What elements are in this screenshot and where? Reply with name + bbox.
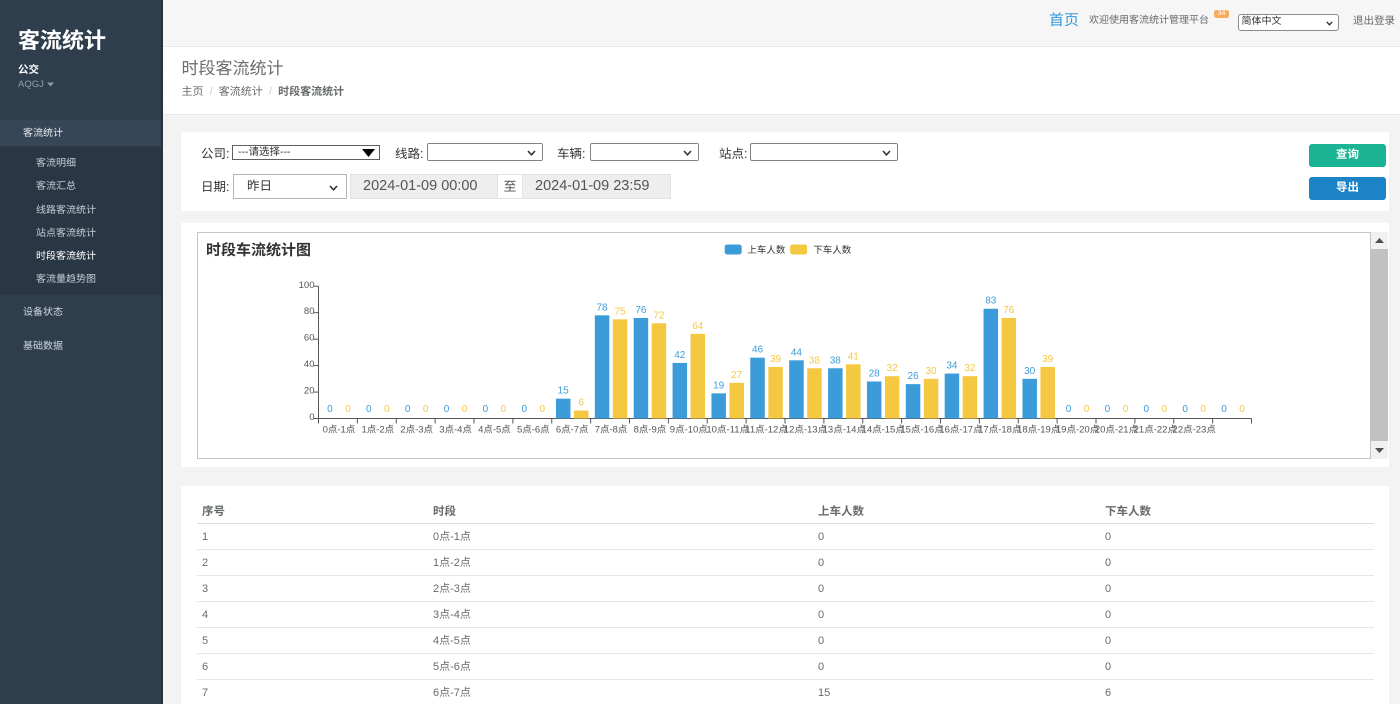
- svg-text:44: 44: [791, 347, 803, 358]
- svg-text:6点-7点: 6点-7点: [556, 425, 589, 436]
- svg-text:38: 38: [830, 355, 842, 366]
- svg-text:39: 39: [1042, 354, 1054, 365]
- svg-text:42: 42: [674, 350, 686, 361]
- svg-text:0: 0: [462, 404, 468, 415]
- svg-text:27: 27: [731, 370, 743, 381]
- svg-text:38: 38: [809, 355, 821, 366]
- svg-text:0: 0: [501, 404, 507, 415]
- svg-text:0: 0: [345, 404, 351, 415]
- svg-text:5点-6点: 5点-6点: [517, 425, 550, 436]
- svg-text:20点-21点: 20点-21点: [1095, 425, 1139, 436]
- svg-text:30: 30: [925, 366, 937, 377]
- svg-text:19: 19: [713, 380, 725, 391]
- svg-text:7点-8点: 7点-8点: [595, 425, 628, 436]
- svg-text:0: 0: [1066, 404, 1072, 415]
- svg-text:4点-5点: 4点-5点: [478, 425, 511, 436]
- svg-text:0: 0: [483, 404, 489, 415]
- svg-text:0: 0: [1123, 404, 1129, 415]
- svg-text:64: 64: [692, 321, 704, 332]
- svg-text:15: 15: [558, 386, 570, 397]
- svg-text:22点-23点: 22点-23点: [1173, 425, 1217, 436]
- svg-text:11点-12点: 11点-12点: [745, 425, 788, 436]
- svg-text:0: 0: [1221, 404, 1227, 415]
- svg-text:时段车流统计图: 时段车流统计图: [206, 242, 311, 259]
- svg-text:13点-14点: 13点-14点: [823, 425, 867, 436]
- svg-text:100: 100: [299, 280, 315, 291]
- svg-text:28: 28: [869, 368, 881, 379]
- svg-text:19点-20点: 19点-20点: [1056, 425, 1100, 436]
- svg-text:41: 41: [848, 351, 860, 362]
- svg-text:0点-1点: 0点-1点: [323, 425, 356, 436]
- svg-text:3点-4点: 3点-4点: [439, 425, 472, 436]
- svg-text:30: 30: [1024, 366, 1036, 377]
- svg-text:1点-2点: 1点-2点: [361, 425, 394, 436]
- svg-text:32: 32: [964, 363, 976, 374]
- svg-text:46: 46: [752, 345, 764, 356]
- svg-text:6: 6: [578, 398, 584, 409]
- svg-text:40: 40: [304, 359, 315, 370]
- svg-text:18点-19点: 18点-19点: [1017, 425, 1061, 436]
- svg-text:0: 0: [1239, 404, 1245, 415]
- svg-text:0: 0: [423, 404, 429, 415]
- svg-text:0: 0: [444, 404, 450, 415]
- svg-text:76: 76: [635, 305, 647, 316]
- svg-text:0: 0: [384, 404, 390, 415]
- svg-text:34: 34: [946, 361, 958, 372]
- svg-text:20: 20: [304, 386, 315, 397]
- svg-text:80: 80: [304, 306, 315, 317]
- svg-text:60: 60: [304, 333, 315, 344]
- svg-text:0: 0: [309, 412, 314, 423]
- svg-text:2点-3点: 2点-3点: [400, 425, 433, 436]
- svg-text:78: 78: [596, 302, 608, 313]
- svg-text:14点-15点: 14点-15点: [862, 425, 906, 436]
- svg-text:0: 0: [1084, 404, 1090, 415]
- svg-text:32: 32: [887, 363, 899, 374]
- svg-text:0: 0: [540, 404, 546, 415]
- svg-text:0: 0: [327, 404, 333, 415]
- svg-text:72: 72: [653, 310, 665, 321]
- svg-text:16点-17点: 16点-17点: [939, 425, 983, 436]
- svg-text:10点-11点: 10点-11点: [706, 425, 749, 436]
- svg-text:83: 83: [985, 296, 997, 307]
- svg-text:0: 0: [1200, 404, 1206, 415]
- svg-text:39: 39: [770, 354, 782, 365]
- svg-text:0: 0: [522, 404, 528, 415]
- svg-text:15点-16点: 15点-16点: [900, 425, 944, 436]
- svg-text:0: 0: [1105, 404, 1111, 415]
- svg-text:0: 0: [405, 404, 411, 415]
- svg-text:12点-13点: 12点-13点: [784, 425, 828, 436]
- svg-text:9点-10点: 9点-10点: [670, 425, 709, 436]
- svg-text:76: 76: [1003, 305, 1015, 316]
- svg-text:0: 0: [1162, 404, 1168, 415]
- svg-text:0: 0: [1182, 404, 1188, 415]
- svg-text:0: 0: [1144, 404, 1150, 415]
- svg-text:75: 75: [614, 306, 626, 317]
- svg-text:17点-18点: 17点-18点: [978, 425, 1022, 436]
- svg-text:上车人数: 上车人数: [747, 244, 786, 256]
- svg-text:0: 0: [366, 404, 372, 415]
- svg-text:26: 26: [907, 371, 919, 382]
- svg-text:下车人数: 下车人数: [813, 244, 852, 256]
- svg-text:8点-9点: 8点-9点: [634, 425, 667, 436]
- svg-text:21点-22点: 21点-22点: [1134, 425, 1178, 436]
